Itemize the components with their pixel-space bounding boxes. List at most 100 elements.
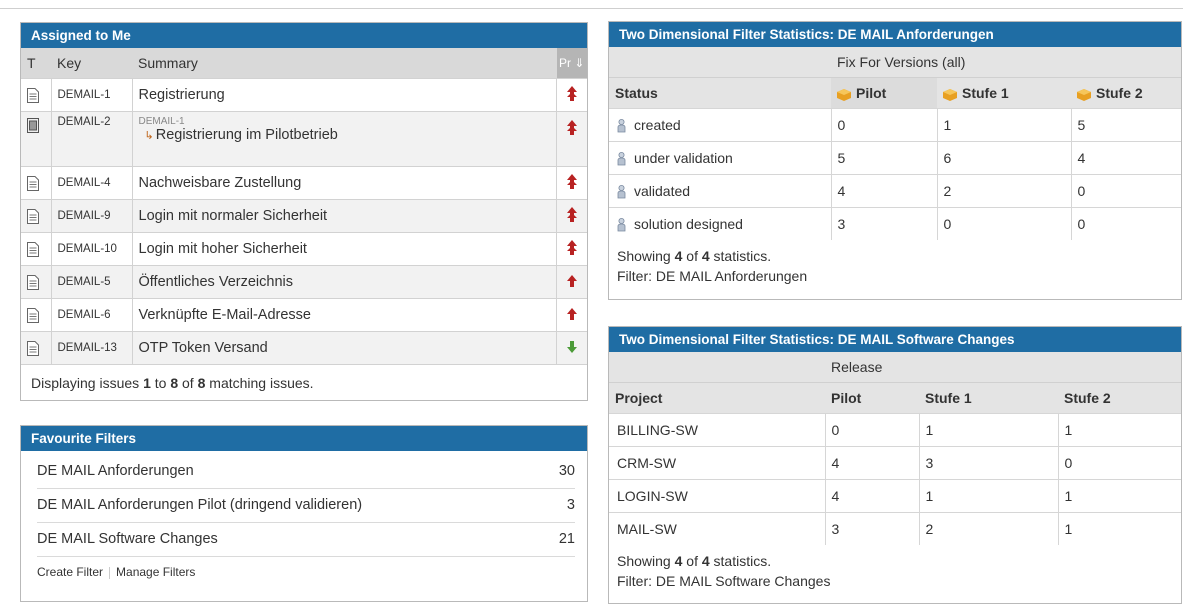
table-row[interactable]: DEMAIL-5 Öffentliches Verzeichnis [21,265,587,299]
row-label-cell[interactable]: validated [609,174,831,208]
issue-summary-link[interactable]: Registrierung im Pilotbetrieb [156,127,338,143]
favourite-filter-item[interactable]: DE MAIL Anforderungen Pilot (dringend va… [37,489,575,523]
stats1-col-stufe2: Stufe 2 [1071,77,1181,109]
stat-value-cell[interactable]: 2 [936,174,1071,208]
row-label-link[interactable]: CRM-SW [617,455,676,471]
stat-value-cell[interactable]: 1 [1057,512,1181,545]
stat-value-cell[interactable]: 1 [1057,479,1181,513]
issue-key-link[interactable]: DEMAIL-4 [51,166,133,200]
row-label-link[interactable]: MAIL-SW [617,521,677,537]
row-label-cell[interactable]: MAIL-SW [609,512,825,545]
issue-summary-cell[interactable]: Login mit hoher Sicherheit [132,232,557,266]
priority-minor-icon [567,341,577,356]
stat-value-cell[interactable]: 0 [830,108,937,142]
stat-value-cell[interactable]: 0 [1057,446,1181,480]
stat-value-cell[interactable]: 3 [918,446,1058,480]
table-row[interactable]: DEMAIL-2 DEMAIL-1 ↳ Registrierung im Pilotb… [21,111,587,167]
stat-value-cell[interactable]: 4 [1070,141,1181,175]
row-label-cell[interactable]: BILLING-SW [609,413,825,447]
favourite-filter-item[interactable]: DE MAIL Anforderungen 30 [37,455,575,489]
issue-summary-cell[interactable]: Login mit normaler Sicherheit [132,199,557,233]
favourite-filter-item[interactable]: DE MAIL Software Changes 21 [37,523,575,557]
issue-type-cell [21,232,52,266]
filter-name-link[interactable]: DE MAIL Anforderungen [37,455,194,488]
stat-value-cell[interactable]: 5 [1070,108,1181,142]
table-row[interactable]: DEMAIL-4 Nachweisbare Zustellung [21,166,587,200]
filter-count[interactable]: 30 [559,455,575,488]
manage-filters-link[interactable]: Manage Filters [116,565,195,579]
issue-key-link[interactable]: DEMAIL-2 [51,111,133,167]
issue-summary-cell[interactable]: Nachweisbare Zustellung [132,166,557,200]
issue-type-cell [21,331,52,364]
row-label-cell[interactable]: solution designed [609,207,831,240]
row-label-cell[interactable]: CRM-SW [609,446,825,480]
stats2-row-header: Project [609,382,825,414]
filter-name-link[interactable]: DE MAIL Software Changes [37,523,218,556]
row-label-link[interactable]: LOGIN-SW [617,488,688,504]
priority-major-icon [567,308,577,323]
stat-value-cell[interactable]: 3 [830,207,937,240]
issue-key-link[interactable]: DEMAIL-9 [51,199,133,233]
col-summary-header[interactable]: Summary [132,48,557,79]
stat-value-cell[interactable]: 0 [1070,207,1181,240]
issue-summary-cell[interactable]: OTP Token Versand [132,331,557,364]
stat-value-cell[interactable]: 0 [1070,174,1181,208]
issue-summary-cell[interactable]: Registrierung [132,78,557,112]
subtask-arrow-icon: ↳ [144,130,154,142]
row-label-link[interactable]: validated [634,183,690,199]
stat-value-cell[interactable]: 0 [824,413,919,447]
issue-key-link[interactable]: DEMAIL-13 [51,331,133,364]
stat-value-cell[interactable]: 1 [1057,413,1181,447]
status-icon [617,119,626,133]
stats1-panel-title: Two Dimensional Filter Statistics: DE MA… [609,22,1181,47]
stat-value-cell[interactable]: 0 [936,207,1071,240]
stat-value-cell[interactable]: 6 [936,141,1071,175]
table-row[interactable]: DEMAIL-6 Verknüpfte E-Mail-Adresse [21,298,587,332]
issue-summary-link[interactable]: OTP Token Versand [139,340,268,356]
row-label-cell[interactable]: under validation [609,141,831,175]
stats2-panel-title: Two Dimensional Filter Statistics: DE MA… [609,327,1181,352]
table-row[interactable]: DEMAIL-10 Login mit hoher Sicherheit [21,232,587,266]
row-label-link[interactable]: BILLING-SW [617,422,698,438]
table-row[interactable]: DEMAIL-1 Registrierung [21,78,587,112]
filter-count[interactable]: 3 [567,489,575,522]
stat-value-cell[interactable]: 4 [830,174,937,208]
row-label-link[interactable]: solution designed [634,216,743,232]
issue-summary-link[interactable]: Verknüpfte E-Mail-Adresse [139,307,311,323]
parent-key-link[interactable]: DEMAIL-1 [139,116,551,127]
issue-summary-link[interactable]: Registrierung [139,87,225,103]
col-priority-header[interactable]: Pr ⇓ [556,48,587,79]
issue-summary-link[interactable]: Login mit normaler Sicherheit [139,208,328,224]
stat-value-cell[interactable]: 1 [936,108,1071,142]
stat-value-cell[interactable]: 1 [918,479,1058,513]
stat-value-cell[interactable]: 4 [824,446,919,480]
filter-count[interactable]: 21 [559,523,575,556]
issue-summary-cell[interactable]: Verknüpfte E-Mail-Adresse [132,298,557,332]
col-type-header[interactable]: T [21,48,51,79]
col-key-header[interactable]: Key [51,48,132,79]
stats2-footer: Showing 4 of 4 statistics. Filter: DE MA… [609,545,1181,591]
stat-value-cell[interactable]: 2 [918,512,1058,545]
row-label-link[interactable]: under validation [634,150,733,166]
row-label-cell[interactable]: LOGIN-SW [609,479,825,513]
issue-summary-link[interactable]: Login mit hoher Sicherheit [139,241,307,257]
issue-summary-link[interactable]: Nachweisbare Zustellung [139,175,302,191]
issue-summary-cell[interactable]: Öffentliches Verzeichnis [132,265,557,299]
table-row[interactable]: DEMAIL-13 OTP Token Versand [21,331,587,364]
stat-value-cell[interactable]: 4 [824,479,919,513]
issue-summary-link[interactable]: Öffentliches Verzeichnis [139,274,293,290]
create-filter-link[interactable]: Create Filter [37,565,103,579]
issue-key-link[interactable]: DEMAIL-6 [51,298,133,332]
issue-key-link[interactable]: DEMAIL-5 [51,265,133,299]
stat-value-cell[interactable]: 3 [824,512,919,545]
stat-value-cell[interactable]: 5 [830,141,937,175]
row-label-cell[interactable]: created [609,108,831,142]
filter-name-link[interactable]: DE MAIL Anforderungen Pilot (dringend va… [37,489,362,522]
row-label-link[interactable]: created [634,117,681,133]
issue-key-link[interactable]: DEMAIL-10 [51,232,133,266]
assigned-to-me-panel: Assigned to Me T Key Summary Pr ⇓ DEMAIL… [20,22,588,401]
issue-summary-cell[interactable]: DEMAIL-1 ↳ Registrierung im Pilotbetrieb [132,111,557,167]
stat-value-cell[interactable]: 1 [918,413,1058,447]
table-row[interactable]: DEMAIL-9 Login mit normaler Sicherheit [21,199,587,233]
issue-key-link[interactable]: DEMAIL-1 [51,78,133,112]
